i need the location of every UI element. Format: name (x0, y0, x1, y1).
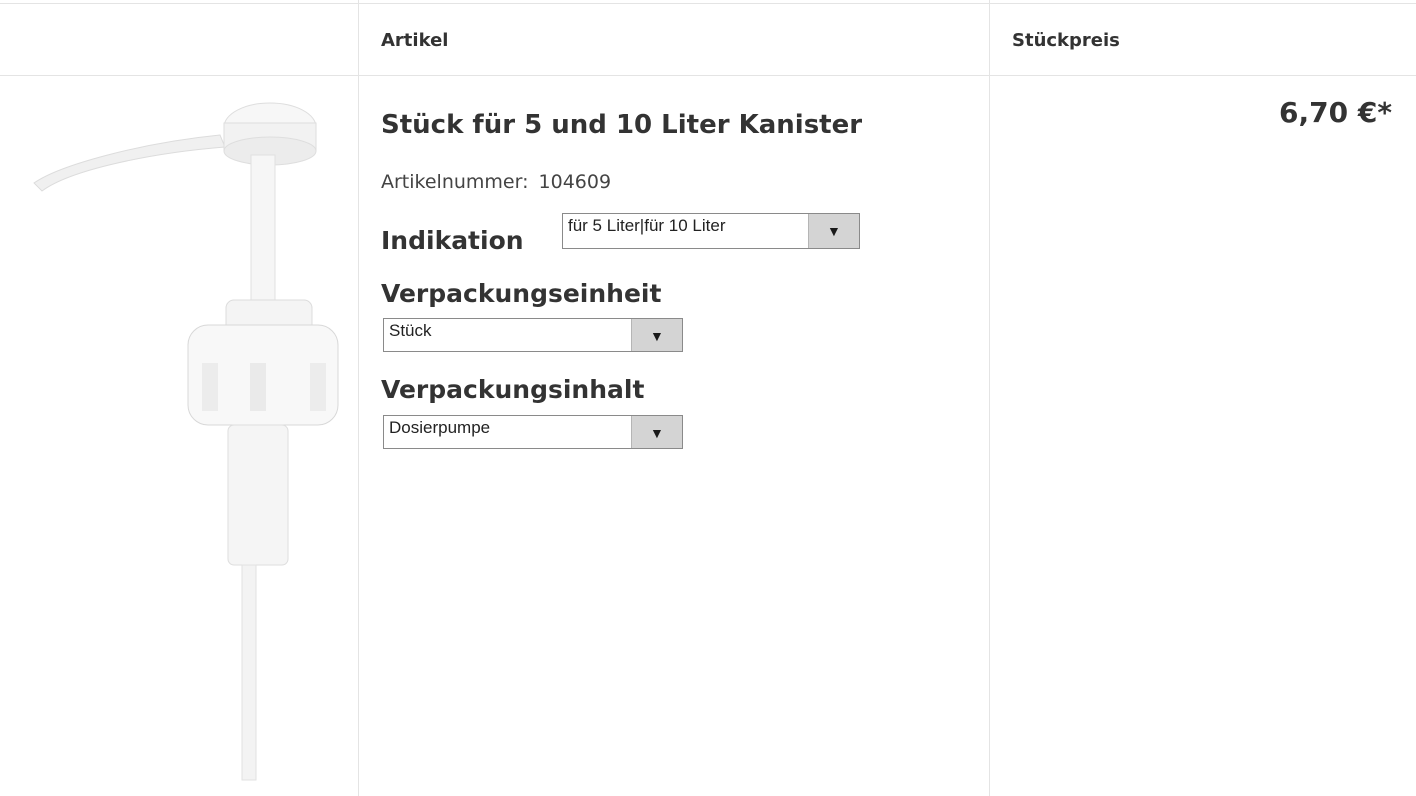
pump-dispenser-icon (33, 102, 339, 781)
article-number-label: Artikelnummer: (381, 171, 529, 193)
header-bottom-border (0, 75, 1416, 76)
option-label-indikation: Indikation (381, 226, 524, 255)
chevron-down-icon: ▼ (827, 223, 841, 239)
column-divider-1 (358, 0, 359, 796)
product-image[interactable] (20, 95, 340, 785)
chevron-down-icon: ▼ (650, 425, 664, 441)
article-number: Artikelnummer: 104609 (381, 171, 611, 193)
option-label-verpackungseinheit: Verpackungseinheit (381, 279, 662, 308)
option-label-verpackungsinhalt: Verpackungsinhalt (381, 375, 645, 404)
unit-price: 6,70 €* (1279, 96, 1392, 129)
header-top-border (0, 3, 1416, 4)
verpackungsinhalt-select[interactable]: Dosierpumpe ▼ (383, 415, 683, 449)
product-title[interactable]: Stück für 5 und 10 Liter Kanister (381, 110, 862, 140)
header-artikel: Artikel (381, 30, 449, 51)
header-stueckpreis: Stückpreis (1012, 30, 1120, 51)
verpackungseinheit-select[interactable]: Stück ▼ (383, 318, 683, 352)
verpackungseinheit-dropdown-button[interactable]: ▼ (631, 319, 682, 351)
column-divider-2 (989, 0, 990, 796)
verpackungsinhalt-selected-value: Dosierpumpe (389, 418, 491, 437)
indikation-dropdown-button[interactable]: ▼ (808, 214, 859, 248)
verpackungsinhalt-dropdown-button[interactable]: ▼ (631, 416, 682, 448)
chevron-down-icon: ▼ (650, 328, 664, 344)
indikation-selected-value: für 5 Liter|für 10 Liter (568, 216, 726, 235)
verpackungseinheit-selected-value: Stück (389, 321, 432, 340)
indikation-select[interactable]: für 5 Liter|für 10 Liter ▼ (562, 213, 860, 249)
article-number-value: 104609 (538, 171, 612, 193)
